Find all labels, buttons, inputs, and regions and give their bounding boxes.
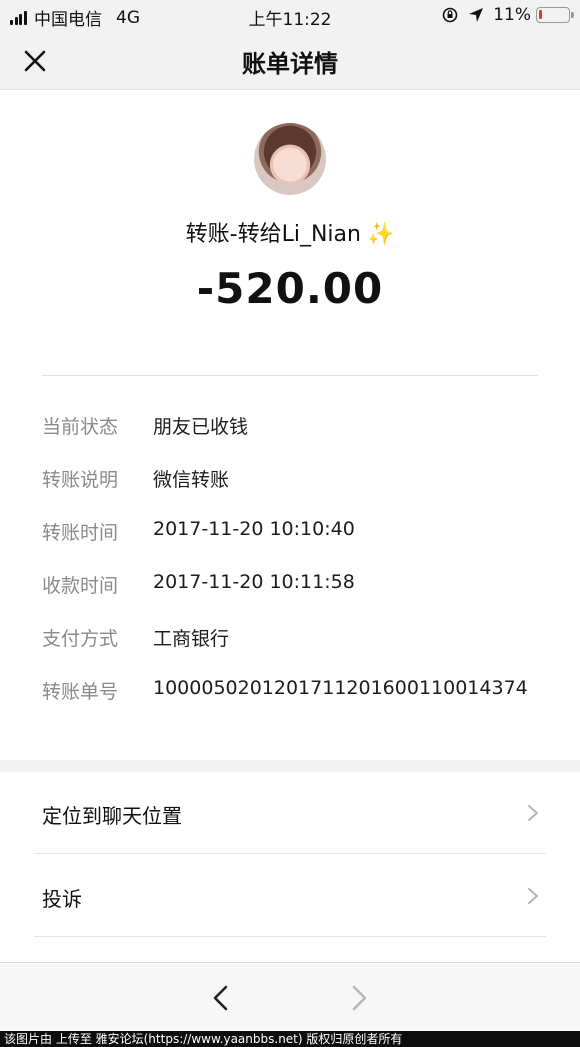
- detail-row-payment-method: 支付方式 工商银行: [42, 624, 542, 677]
- status-right: 11%: [441, 5, 574, 25]
- detail-value: 2017-11-20 10:11:58: [153, 571, 355, 593]
- page-title: 账单详情: [242, 50, 338, 78]
- detail-label: 转账时间: [42, 522, 119, 544]
- detail-row-transfer-id: 转账单号 1000050201201711201600110014374: [42, 677, 542, 730]
- watermark-caption: 该图片由 上传至 雅安论坛(https://www.yaanbbs.net) 版…: [0, 1031, 580, 1047]
- detail-label: 转账说明: [42, 469, 119, 491]
- detail-row-status: 当前状态 朋友已收钱: [42, 412, 542, 465]
- browser-toolbar: [0, 962, 580, 1032]
- complaint-button[interactable]: 投诉: [34, 855, 546, 937]
- sparkle-icon: ✨: [366, 222, 395, 247]
- detail-value: 工商银行: [153, 628, 230, 650]
- orientation-lock-icon: [442, 7, 458, 23]
- divider: [42, 375, 538, 376]
- battery-percent: 11%: [493, 5, 531, 25]
- detail-row-receive-time: 收款时间 2017-11-20 10:11:58: [42, 571, 542, 624]
- payee-label: 转账-转给Li_Nian: [185, 222, 361, 247]
- detail-label: 当前状态: [42, 416, 119, 438]
- chevron-left-icon[interactable]: [208, 983, 234, 1013]
- chevron-right-icon: [528, 805, 538, 821]
- action-label: 定位到聊天位置: [42, 804, 182, 828]
- section-separator: [0, 760, 580, 772]
- detail-value: 微信转账: [153, 469, 230, 491]
- detail-value: 1000050201201711201600110014374: [153, 677, 528, 699]
- detail-label: 收款时间: [42, 575, 119, 597]
- detail-row-transfer-time: 转账时间 2017-11-20 10:10:40: [42, 518, 542, 571]
- location-icon: [469, 8, 484, 22]
- chevron-right-icon: [528, 888, 538, 904]
- transfer-amount: -520.00: [196, 264, 384, 313]
- detail-value: 朋友已收钱: [153, 416, 249, 438]
- payee-line: 转账-转给Li_Nian ✨: [0, 216, 580, 248]
- details-list: 当前状态 朋友已收钱 转账说明 微信转账 转账时间 2017-11-20 10:…: [42, 412, 542, 730]
- action-label: 投诉: [42, 887, 82, 911]
- locate-in-chat-button[interactable]: 定位到聊天位置: [34, 772, 546, 854]
- chevron-right-icon[interactable]: [346, 983, 372, 1013]
- nav-bar: 账单详情: [0, 30, 580, 90]
- battery-level: [539, 10, 542, 19]
- detail-label: 转账单号: [42, 681, 119, 703]
- detail-value: 2017-11-20 10:10:40: [153, 518, 355, 540]
- status-bar: 中国电信 4G 上午11:22 11%: [0, 0, 580, 30]
- detail-row-note: 转账说明 微信转账: [42, 465, 542, 518]
- battery-icon: [536, 7, 574, 23]
- detail-label: 支付方式: [42, 628, 119, 650]
- avatar[interactable]: [254, 123, 326, 195]
